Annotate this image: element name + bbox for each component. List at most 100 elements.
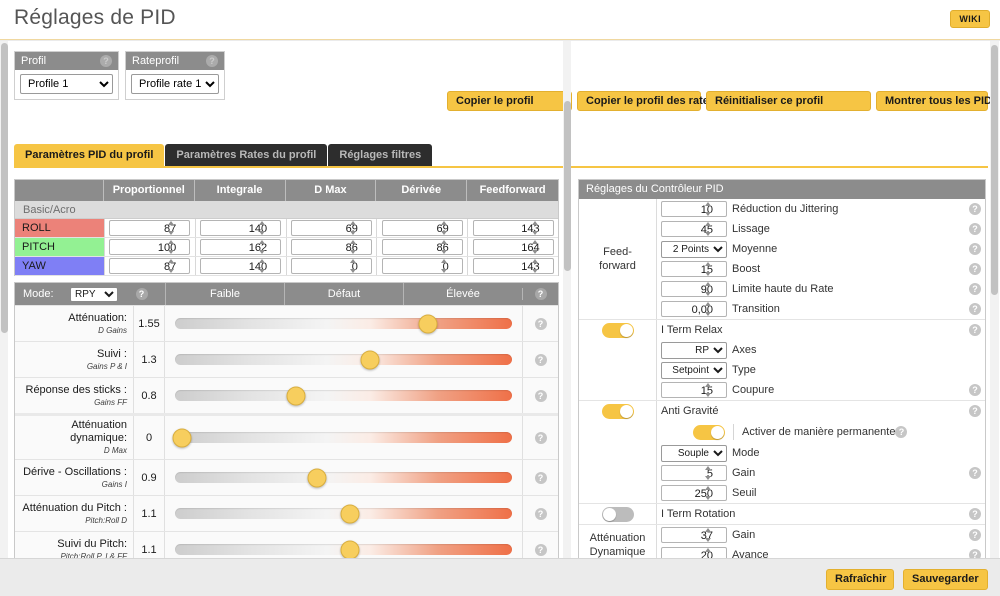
stepper-icon[interactable] [705, 222, 713, 236]
slider-mode-select[interactable]: RPY [70, 286, 118, 302]
pitch-p-input[interactable]: 100 [109, 239, 191, 255]
tab-filter-settings[interactable]: Réglages filtres [328, 144, 433, 166]
stepper-icon[interactable] [349, 221, 358, 235]
anti-gravity-mode-select[interactable]: Souple [661, 444, 727, 462]
stepper-icon[interactable] [440, 259, 449, 273]
slider-track[interactable] [175, 540, 512, 559]
stepper-icon[interactable] [705, 486, 713, 500]
slider-handle[interactable] [172, 428, 192, 447]
stepper-icon[interactable] [531, 240, 540, 254]
stepper-icon[interactable] [705, 466, 713, 480]
stepper-icon[interactable] [259, 221, 267, 235]
help-icon[interactable]: ? [969, 283, 981, 295]
help-icon[interactable]: ? [135, 288, 148, 300]
help-icon[interactable]: ? [534, 543, 547, 556]
help-icon[interactable]: ? [969, 303, 981, 315]
slider-track[interactable] [175, 314, 512, 333]
pitch-i-input[interactable]: 162 [200, 239, 282, 255]
yaw-i-input[interactable]: 140 [200, 258, 282, 274]
help-icon[interactable]: ? [534, 431, 547, 444]
stepper-icon[interactable] [705, 202, 713, 216]
help-icon[interactable]: ? [969, 508, 981, 520]
help-icon[interactable]: ? [534, 353, 547, 366]
roll-d-input[interactable]: 69 [381, 220, 463, 236]
roll-dmax-input[interactable]: 69 [290, 220, 372, 236]
help-icon[interactable]: ? [969, 263, 981, 275]
anti-gravity-gain-input[interactable]: 5 [661, 465, 727, 481]
slider-track[interactable] [175, 504, 512, 523]
help-icon[interactable]: ? [969, 223, 981, 235]
help-icon[interactable]: ? [969, 203, 981, 215]
help-icon[interactable]: ? [969, 243, 981, 255]
yaw-dmax-input[interactable]: 0 [290, 258, 372, 274]
stepper-icon[interactable] [705, 262, 713, 276]
anti-gravity-threshold-input[interactable]: 250 [661, 485, 727, 501]
left-panel-scrollbar-track[interactable] [563, 41, 571, 558]
copy-rate-profile-button[interactable]: Copier le profil des rates [577, 91, 715, 111]
help-icon[interactable]: ? [969, 384, 981, 396]
iterm-cutoff-input[interactable]: 15 [661, 382, 727, 398]
tab-profile-rates[interactable]: Paramètres Rates du profil [165, 144, 328, 166]
help-icon[interactable]: ? [206, 55, 218, 67]
jitter-reduction-input[interactable]: 10 [661, 201, 727, 217]
stepper-icon[interactable] [440, 221, 449, 235]
stepper-icon[interactable] [168, 221, 176, 235]
slider-track[interactable] [175, 468, 512, 487]
iterm-relax-toggle[interactable] [601, 323, 634, 338]
help-icon[interactable]: ? [895, 426, 908, 438]
help-icon[interactable]: ? [969, 467, 981, 479]
boost-input[interactable]: 15 [661, 261, 727, 277]
stepper-icon[interactable] [349, 240, 358, 254]
roll-ff-input[interactable]: 143 [472, 220, 554, 236]
pitch-ff-input[interactable]: 164 [472, 239, 554, 255]
refresh-button[interactable]: Rafraîchir [826, 569, 894, 590]
show-all-pids-button[interactable]: Montrer tous les PIDs [876, 91, 998, 111]
anti-gravity-permanent-toggle[interactable] [693, 424, 725, 440]
right-panel-scrollbar-track[interactable] [990, 41, 999, 558]
reset-profile-button[interactable]: Réinitialiser ce profil [706, 91, 871, 111]
stepper-icon[interactable] [705, 282, 713, 296]
iterm-type-select[interactable]: Setpoint [661, 361, 727, 379]
slider-track[interactable] [172, 428, 512, 447]
stepper-icon[interactable] [531, 259, 540, 273]
stepper-icon[interactable] [531, 221, 540, 235]
slider-track[interactable] [175, 350, 512, 369]
help-icon[interactable]: ? [969, 405, 981, 417]
tab-profile-pid[interactable]: Paramètres PID du profil [14, 144, 165, 166]
yaw-ff-input[interactable]: 143 [472, 258, 554, 274]
stepper-icon[interactable] [259, 259, 267, 273]
rateprofile-select[interactable]: Profile rate 1 [131, 74, 219, 94]
pitch-dmax-input[interactable]: 86 [290, 239, 372, 255]
slider-track[interactable] [175, 386, 512, 405]
yaw-p-input[interactable]: 87 [109, 258, 191, 274]
averaging-select[interactable]: 2 Points [661, 240, 727, 258]
help-icon[interactable]: ? [534, 288, 547, 300]
roll-p-input[interactable]: 87 [109, 220, 191, 236]
stepper-icon[interactable] [705, 528, 713, 542]
help-icon[interactable]: ? [100, 55, 112, 67]
profile-select[interactable]: Profile 1 [20, 74, 113, 94]
stepper-icon[interactable] [705, 302, 713, 316]
slider-handle[interactable] [418, 314, 438, 333]
pitch-d-input[interactable]: 86 [381, 239, 463, 255]
copy-profile-button[interactable]: Copier le profil [447, 91, 572, 111]
stepper-icon[interactable] [705, 383, 713, 397]
stepper-icon[interactable] [349, 259, 358, 273]
yaw-d-input[interactable]: 0 [381, 258, 463, 274]
slider-handle[interactable] [286, 386, 306, 405]
roll-i-input[interactable]: 140 [200, 220, 282, 236]
help-icon[interactable]: ? [534, 471, 547, 484]
transition-input[interactable]: 0,00 [661, 301, 727, 317]
help-icon[interactable]: ? [969, 529, 981, 541]
page-scrollbar-track[interactable] [0, 41, 8, 558]
iterm-rotation-toggle[interactable] [601, 507, 634, 522]
slider-handle[interactable] [340, 540, 360, 559]
help-icon[interactable]: ? [534, 507, 547, 520]
max-rate-limit-input[interactable]: 90 [661, 281, 727, 297]
anti-gravity-toggle[interactable] [601, 404, 634, 419]
help-icon[interactable]: ? [534, 389, 547, 402]
slider-handle[interactable] [360, 350, 380, 369]
stepper-icon[interactable] [259, 240, 267, 254]
slider-handle[interactable] [340, 504, 360, 523]
smoothing-input[interactable]: 45 [661, 221, 727, 237]
